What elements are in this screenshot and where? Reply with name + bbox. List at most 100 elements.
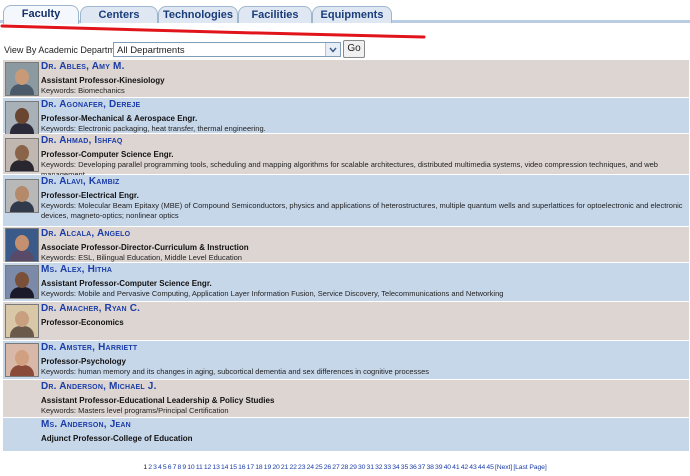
faculty-name-link[interactable]: Dr. Alavi, Kambiz [41,176,685,188]
page-link[interactable]: 23 [298,464,305,471]
page-link[interactable]: 9 [182,464,186,471]
faculty-title: Assistant Professor-Kinesiology [41,76,165,85]
page-link[interactable]: 12 [204,464,211,471]
faculty-keywords: Keywords: Molecular Beam Epitaxy (MBE) o… [41,201,683,220]
faculty-info: Dr. Ables, Amy M. Assistant Professor-Kin… [41,61,685,96]
page-link[interactable]: 11 [196,464,203,471]
faculty-photo[interactable] [5,343,39,377]
faculty-name-link[interactable]: Dr. Ahmad, Ishfaq [41,135,685,147]
go-button[interactable]: Go [343,40,365,58]
page-link[interactable]: 18 [255,464,262,471]
faculty-row: Ms. Alex, Hitha Assistant Professor-Compu… [3,263,689,302]
faculty-name-link[interactable]: Dr. Alcala, Angelo [41,228,685,240]
faculty-title: Associate Professor-Director-Curriculum … [41,243,249,252]
red-annotation-underline [0,24,426,39]
page-link[interactable]: 2 [148,464,152,471]
faculty-title: Professor-Electrical Engr. [41,191,139,200]
page-link[interactable]: 37 [418,464,425,471]
faculty-photo[interactable] [5,265,39,299]
faculty-photo[interactable] [5,62,39,96]
page-link[interactable]: 6 [168,464,172,471]
next-page-link[interactable]: [Next] [495,464,512,471]
tab-centers[interactable]: Centers [80,6,158,23]
page-link[interactable]: 42 [461,464,468,471]
page-link[interactable]: 28 [341,464,348,471]
page-link[interactable]: 32 [375,464,382,471]
page-link[interactable]: 44 [478,464,485,471]
page-link[interactable]: 43 [469,464,476,471]
page-link[interactable]: 7 [173,464,177,471]
faculty-keywords: Keywords: Biomechanics [41,86,125,95]
page-link[interactable]: 36 [409,464,416,471]
faculty-photo[interactable] [5,228,39,262]
faculty-name-link[interactable]: Dr. Ables, Amy M. [41,61,685,73]
faculty-info: Ms. Alex, Hitha Assistant Professor-Compu… [41,264,685,299]
faculty-info: Dr. Anderson, Michael J. Assistant Profes… [41,381,685,416]
page-link[interactable]: 16 [238,464,245,471]
faculty-name-link[interactable]: Dr. Agonafer, Dereje [41,99,685,111]
page-link[interactable]: 17 [247,464,254,471]
page-link[interactable]: 21 [281,464,288,471]
page-link[interactable]: 31 [367,464,374,471]
faculty-name-link[interactable]: Dr. Amster, Harriett [41,342,685,354]
faculty-photo[interactable] [5,138,39,172]
faculty-keywords: Keywords: Masters level programs/Princip… [41,406,229,415]
tab-faculty[interactable]: Faculty [3,5,79,24]
faculty-name-link[interactable]: Ms. Alex, Hitha [41,264,685,276]
faculty-name-link[interactable]: Dr. Amacher, Ryan C. [41,303,685,315]
faculty-info: Dr. Alavi, Kambiz Professor-Electrical En… [41,176,685,220]
page-link[interactable]: 25 [315,464,322,471]
faculty-photo[interactable] [5,179,39,213]
faculty-keywords: Keywords: human memory and its changes i… [41,367,429,376]
faculty-info: Dr. Amacher, Ryan C. Professor-Economics [41,303,685,328]
page-link[interactable]: 14 [221,464,228,471]
faculty-title: Assistant Professor-Computer Science Eng… [41,279,212,288]
page-link[interactable]: 26 [324,464,331,471]
page-link[interactable]: 24 [307,464,314,471]
page-link[interactable]: 13 [212,464,219,471]
tab-equipments[interactable]: Equipments [312,6,392,23]
department-select[interactable]: All Departments [113,42,341,57]
faculty-info: Dr. Agonafer, Dereje Professor-Mechanical… [41,99,685,134]
page-link[interactable]: 40 [444,464,451,471]
faculty-title: Professor-Economics [41,318,124,327]
page-link[interactable]: 38 [426,464,433,471]
page-link[interactable]: 35 [401,464,408,471]
faculty-info: Ms. Anderson, Jean Adjunct Professor-Coll… [41,419,685,444]
faculty-photo[interactable] [5,101,39,135]
page-link[interactable]: 39 [435,464,442,471]
page-link[interactable]: 29 [349,464,356,471]
faculty-name-link[interactable]: Ms. Anderson, Jean [41,419,685,431]
page-link[interactable]: 27 [332,464,339,471]
faculty-row: Dr. Alavi, Kambiz Professor-Electrical En… [3,175,689,227]
page-link[interactable]: 41 [452,464,459,471]
tab-bar: Faculty Centers Technologies Facilities … [0,0,690,24]
page-link[interactable]: 1 [143,464,147,471]
page-link[interactable]: 8 [178,464,182,471]
faculty-name-link[interactable]: Dr. Anderson, Michael J. [41,381,685,393]
page-link[interactable]: 5 [163,464,167,471]
faculty-list: Dr. Ables, Amy M. Assistant Professor-Kin… [3,60,689,452]
tab-technologies[interactable]: Technologies [158,6,238,23]
faculty-info: Dr. Amster, Harriett Professor-Psychology… [41,342,685,377]
page-link[interactable]: 34 [392,464,399,471]
last-page-link[interactable]: [Last Page] [513,464,546,471]
page-link[interactable]: 4 [158,464,162,471]
faculty-row: Dr. Amster, Harriett Professor-Psychology… [3,341,689,380]
page-link[interactable]: 33 [384,464,391,471]
faculty-row: Dr. Amacher, Ryan C. Professor-Economics [3,302,689,341]
page-link[interactable]: 20 [272,464,279,471]
faculty-info: Dr. Alcala, Angelo Associate Professor-Di… [41,228,685,263]
page-link[interactable]: 10 [187,464,194,471]
pagination: 1234567891011121314151617181920212223242… [0,464,690,471]
chevron-down-icon[interactable] [325,43,340,56]
page-link[interactable]: 15 [230,464,237,471]
faculty-photo[interactable] [5,304,39,338]
page-link[interactable]: 19 [264,464,271,471]
page-link[interactable]: 3 [153,464,157,471]
page-link[interactable]: 45 [486,464,493,471]
faculty-title: Professor-Mechanical & Aerospace Engr. [41,114,198,123]
page-link[interactable]: 22 [289,464,296,471]
tab-facilities[interactable]: Facilities [238,6,312,23]
page-link[interactable]: 30 [358,464,365,471]
